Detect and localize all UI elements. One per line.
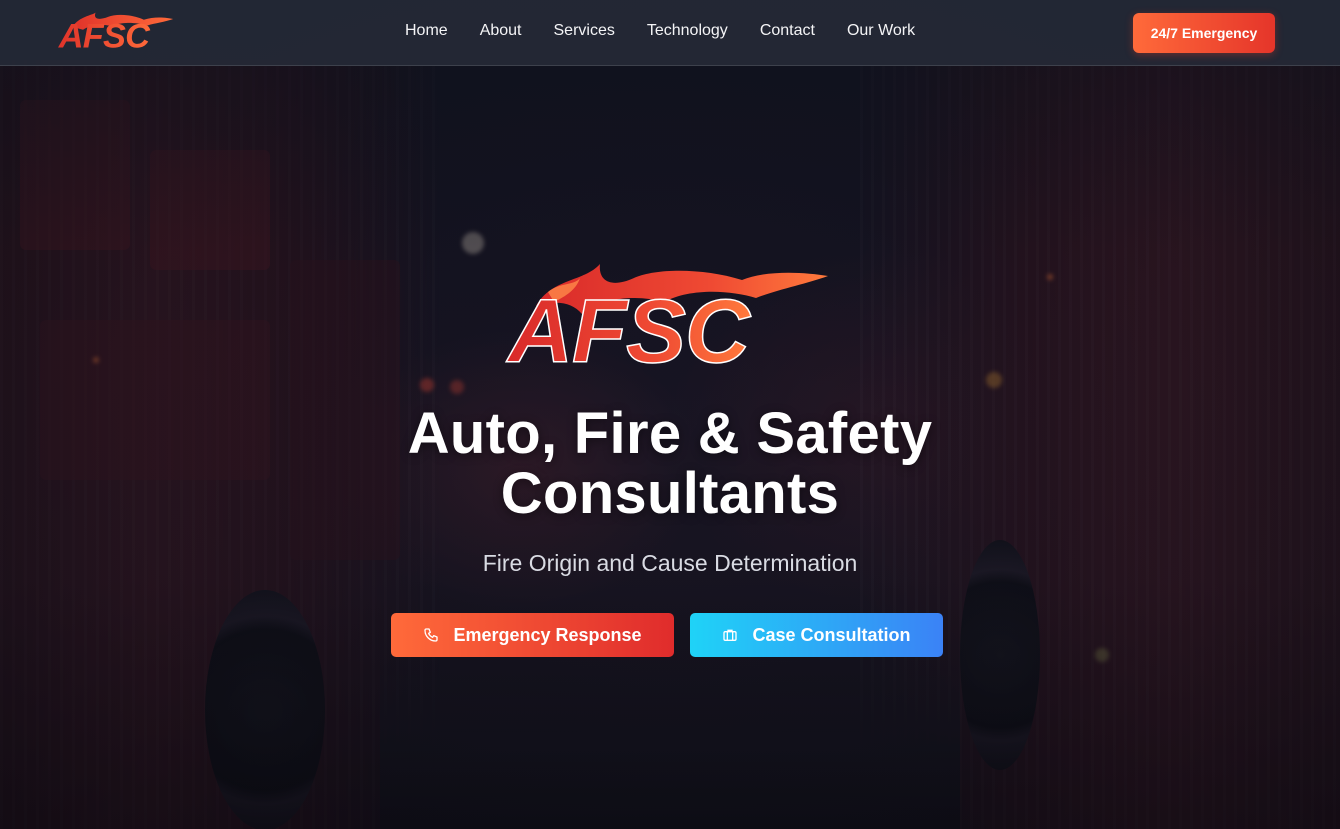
nav-link-contact[interactable]: Contact bbox=[760, 22, 815, 40]
hero-logo: AFSC bbox=[504, 262, 834, 383]
afsc-logo-small: AFSC bbox=[58, 12, 174, 56]
emergency-response-label: Emergency Response bbox=[453, 624, 642, 645]
nav-link-services[interactable]: Services bbox=[554, 22, 615, 40]
hero-subtitle: Fire Origin and Cause Determination bbox=[482, 550, 858, 576]
emergency-24-7-button[interactable]: 24/7 Emergency bbox=[1133, 13, 1275, 53]
nav-logo[interactable]: AFSC bbox=[58, 12, 176, 56]
afsc-logo: AFSC bbox=[505, 264, 828, 383]
emergency-response-button[interactable]: Emergency Response bbox=[391, 613, 674, 657]
hero-title: Auto, Fire & Safety Consultants bbox=[320, 404, 1020, 524]
hero-title-line-2: Consultants bbox=[500, 461, 840, 526]
svg-text:AFSC: AFSC bbox=[506, 282, 752, 376]
briefcase-icon bbox=[723, 629, 738, 641]
top-navbar: AFSC Home About Services Technology Cont… bbox=[0, 0, 1340, 66]
main-nav: Home About Services Technology Contact O… bbox=[405, 22, 947, 40]
hero-title-line-1: Auto, Fire & Safety bbox=[407, 401, 933, 466]
case-consultation-label: Case Consultation bbox=[752, 624, 911, 645]
case-consultation-button[interactable]: Case Consultation bbox=[690, 613, 943, 657]
phone-icon bbox=[424, 628, 439, 642]
nav-link-technology[interactable]: Technology bbox=[647, 22, 728, 40]
svg-text:AFSC: AFSC bbox=[58, 18, 151, 54]
nav-link-our-work[interactable]: Our Work bbox=[847, 22, 915, 40]
nav-link-home[interactable]: Home bbox=[405, 22, 448, 40]
nav-link-about[interactable]: About bbox=[480, 22, 522, 40]
